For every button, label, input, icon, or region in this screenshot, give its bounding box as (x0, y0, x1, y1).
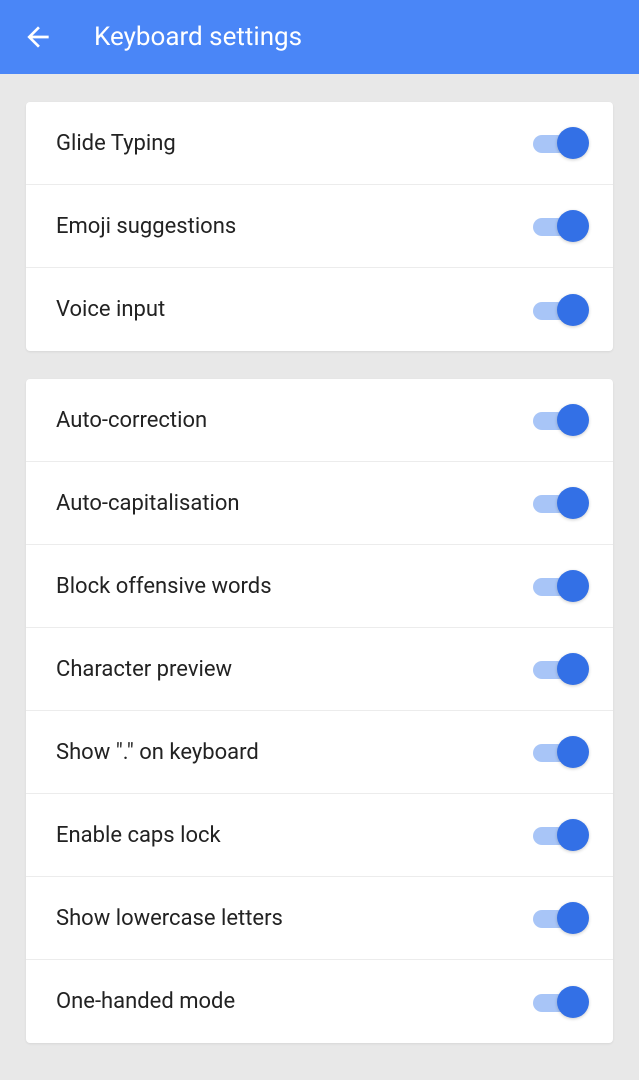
setting-row-auto-correction[interactable]: Auto-correction (26, 379, 613, 462)
setting-label: Character preview (56, 657, 232, 682)
toggle-thumb (557, 819, 589, 851)
toggle-enable-caps-lock[interactable] (533, 819, 589, 851)
toggle-glide-typing[interactable] (533, 127, 589, 159)
toggle-auto-capitalisation[interactable] (533, 487, 589, 519)
toggle-show-dot[interactable] (533, 736, 589, 768)
toggle-thumb (557, 570, 589, 602)
toggle-one-handed-mode[interactable] (533, 986, 589, 1018)
settings-group-2: Auto-correction Auto-capitalisation Bloc… (26, 379, 613, 1043)
toggle-thumb (557, 210, 589, 242)
toggle-block-offensive-words[interactable] (533, 570, 589, 602)
setting-row-show-dot[interactable]: Show "." on keyboard (26, 711, 613, 794)
setting-row-character-preview[interactable]: Character preview (26, 628, 613, 711)
setting-label: Glide Typing (56, 131, 176, 156)
toggle-thumb (557, 902, 589, 934)
setting-label: Enable caps lock (56, 823, 221, 848)
toggle-thumb (557, 127, 589, 159)
toggle-thumb (557, 294, 589, 326)
setting-row-voice-input[interactable]: Voice input (26, 268, 613, 351)
toggle-thumb (557, 487, 589, 519)
setting-label: Show "." on keyboard (56, 740, 259, 765)
setting-row-one-handed-mode[interactable]: One-handed mode (26, 960, 613, 1043)
setting-row-glide-typing[interactable]: Glide Typing (26, 102, 613, 185)
page-title: Keyboard settings (94, 22, 302, 52)
toggle-thumb (557, 736, 589, 768)
setting-label: One-handed mode (56, 989, 235, 1014)
setting-label: Emoji suggestions (56, 214, 236, 239)
setting-label: Show lowercase letters (56, 906, 283, 931)
setting-label: Block offensive words (56, 574, 272, 599)
toggle-emoji-suggestions[interactable] (533, 210, 589, 242)
settings-content: Glide Typing Emoji suggestions Voice inp… (0, 74, 639, 1043)
toggle-auto-correction[interactable] (533, 404, 589, 436)
setting-row-emoji-suggestions[interactable]: Emoji suggestions (26, 185, 613, 268)
settings-group-1: Glide Typing Emoji suggestions Voice inp… (26, 102, 613, 351)
toggle-thumb (557, 986, 589, 1018)
setting-row-auto-capitalisation[interactable]: Auto-capitalisation (26, 462, 613, 545)
setting-row-block-offensive-words[interactable]: Block offensive words (26, 545, 613, 628)
app-header: Keyboard settings (0, 0, 639, 74)
setting-row-show-lowercase-letters[interactable]: Show lowercase letters (26, 877, 613, 960)
toggle-thumb (557, 653, 589, 685)
setting-label: Voice input (56, 297, 165, 322)
setting-label: Auto-capitalisation (56, 491, 240, 516)
toggle-show-lowercase-letters[interactable] (533, 902, 589, 934)
toggle-character-preview[interactable] (533, 653, 589, 685)
toggle-voice-input[interactable] (533, 294, 589, 326)
setting-label: Auto-correction (56, 408, 207, 433)
back-arrow-icon (22, 21, 54, 53)
setting-row-enable-caps-lock[interactable]: Enable caps lock (26, 794, 613, 877)
toggle-thumb (557, 404, 589, 436)
back-button[interactable] (20, 19, 56, 55)
